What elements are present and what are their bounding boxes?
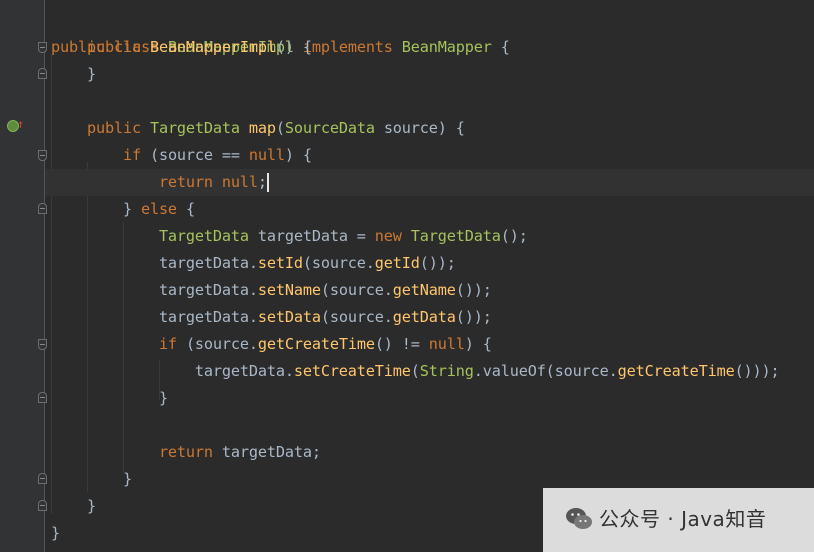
fold-marker[interactable] bbox=[38, 68, 47, 79]
wechat-icon bbox=[566, 508, 592, 529]
code-line[interactable] bbox=[45, 88, 814, 115]
fold-marker[interactable] bbox=[38, 42, 47, 53]
fold-marker[interactable] bbox=[38, 473, 47, 484]
code-line-current[interactable]: return null; bbox=[45, 169, 814, 196]
code-line[interactable]: } bbox=[45, 61, 814, 88]
code-line[interactable] bbox=[45, 412, 814, 439]
code-editor[interactable]: public class BeanMapperImpl implements B… bbox=[45, 0, 814, 552]
override-arrow-icon[interactable]: ↑ bbox=[17, 118, 24, 130]
code-line[interactable]: if (source == null) { bbox=[45, 142, 814, 169]
watermark-text: 公众号 · Java知音 bbox=[599, 507, 767, 531]
fold-marker[interactable] bbox=[38, 203, 47, 214]
code-line[interactable]: } bbox=[45, 385, 814, 412]
code-line[interactable]: public BeanMapperImpl() { bbox=[45, 34, 814, 61]
code-line[interactable]: if (source.getCreateTime() != null) { bbox=[45, 331, 814, 358]
code-line[interactable]: return targetData; bbox=[45, 439, 814, 466]
code-line[interactable]: TargetData targetData = new TargetData()… bbox=[45, 223, 814, 250]
text-caret bbox=[267, 173, 269, 192]
editor-gutter[interactable] bbox=[0, 0, 44, 552]
fold-marker[interactable] bbox=[38, 150, 47, 161]
code-line[interactable]: targetData.setData(source.getData()); bbox=[45, 304, 814, 331]
fold-marker[interactable] bbox=[38, 392, 47, 403]
code-line[interactable]: targetData.setCreateTime(String.valueOf(… bbox=[45, 358, 814, 385]
code-line[interactable]: } else { bbox=[45, 196, 814, 223]
code-line[interactable]: public class BeanMapperImpl implements B… bbox=[45, 7, 814, 56]
code-line[interactable]: targetData.setId(source.getId()); bbox=[45, 250, 814, 277]
fold-marker[interactable] bbox=[38, 339, 47, 350]
code-line[interactable]: targetData.setName(source.getName()); bbox=[45, 277, 814, 304]
watermark: 公众号 · Java知音 bbox=[543, 488, 814, 552]
code-line[interactable]: public TargetData map(SourceData source)… bbox=[45, 115, 814, 142]
fold-marker[interactable] bbox=[38, 500, 47, 511]
